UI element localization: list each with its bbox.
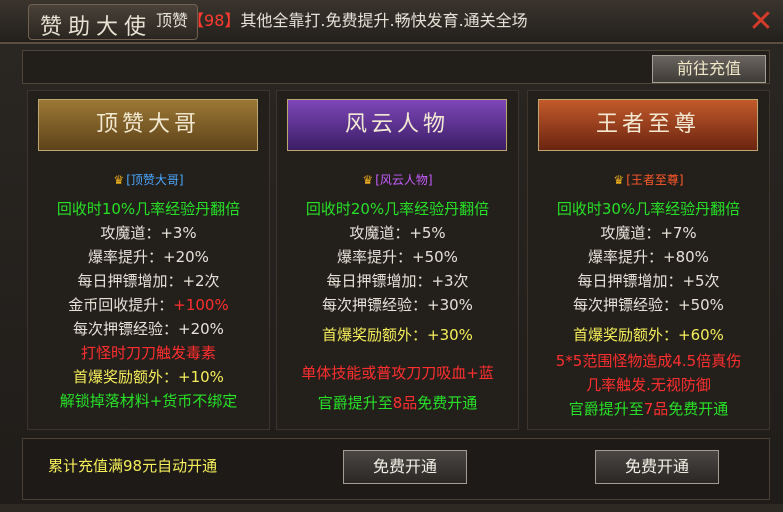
tier-2-extra: 单体技能或普攻刀刀吸血+蓝 [301, 364, 494, 382]
tier-3-extra: 5*5范围怪物造成4.5倍真伤 [555, 352, 742, 370]
tier-1-lines: 回收时10%几率经验丹翻倍 攻魔道：+3% 爆率提升：+20% 每日押镖增加：+… [28, 197, 269, 413]
crown-icon: ♛ [113, 173, 125, 187]
tier-2-line: 攻魔道：+5% [349, 224, 446, 242]
free-open-button-tier-3[interactable]: 免费开通 [595, 450, 719, 484]
go-recharge-button[interactable]: 前往充值 [652, 55, 766, 83]
tier-3-line: 爆率提升：+80% [588, 248, 709, 266]
tier-2-line: 每日押镖增加：+3次 [326, 272, 469, 290]
tier-2-badge-text: [风云人物] [375, 173, 433, 187]
tier-3-extra: 官爵提升至7品免费开通 [528, 397, 769, 421]
rank-suffix: 免费开通 [668, 400, 729, 418]
banner-text: 顶赞【98】其他全靠打.免费提升.畅快发育.通关全场 [156, 7, 528, 31]
tier-1-extra: 打怪时刀刀触发毒素 [80, 344, 216, 362]
rank-suffix: 免费开通 [417, 394, 478, 412]
auto-open-text: 累计充值满98元自动开通 [48, 457, 218, 475]
tier-3-line: 每次押镖经验：+50% [573, 296, 724, 314]
banner-suffix: 其他全靠打.免费提升.畅快发育.通关全场 [240, 11, 528, 30]
tier-3-line: 每日押镖增加：+5次 [577, 272, 720, 290]
tier-panel-3: 王者至尊 ♛ [王者至尊] 回收时30%几率经验丹翻倍 攻魔道：+7% 爆率提升：… [527, 90, 770, 430]
tier-2-extra: 官爵提升至8品免费开通 [277, 391, 518, 415]
tier-1-line: 攻魔道：+3% [100, 224, 197, 242]
tier-panel-2: 风云人物 ♛ [风云人物] 回收时20%几率经验丹翻倍 攻魔道：+5% 爆率提升：… [276, 90, 519, 430]
tier-1-line-label: 金币回收提升： [68, 296, 174, 314]
tier-1-line: 回收时10%几率经验丹翻倍 [56, 200, 241, 218]
tier-3-badge: ♛ [王者至尊] [528, 171, 769, 188]
tier-3-line: 回收时30%几率经验丹翻倍 [556, 200, 741, 218]
tier-1-extra: 首爆奖励额外：+10% [73, 368, 224, 386]
banner-prefix: 顶赞 [156, 11, 189, 30]
tier-3-extra: 几率触发.无视防御 [586, 376, 711, 394]
tier-3-lines: 回收时30%几率经验丹翻倍 攻魔道：+7% 爆率提升：+80% 每日押镖增加：+… [528, 197, 769, 421]
crown-icon: ♛ [362, 173, 374, 187]
window-title: 赞助大使 [40, 15, 153, 40]
tier-1-line: 每日押镖增加：+2次 [77, 272, 220, 290]
tier-2-header: 风云人物 [287, 99, 507, 151]
tier-1-badge-text: [顶赞大哥] [126, 173, 184, 187]
tier-1-badge: ♛ [顶赞大哥] [28, 171, 269, 188]
tier-3-badge-text: [王者至尊] [626, 173, 684, 187]
crown-icon: ♛ [613, 173, 625, 187]
tier-1-header: 顶赞大哥 [38, 99, 258, 151]
rank-label: 官爵提升至 [317, 394, 393, 412]
tier-1-line: 金币回收提升：+100% [28, 293, 269, 317]
rank-value: 8品 [392, 394, 418, 412]
tier-1-extra: 每次押镖经验：+20% [73, 320, 224, 338]
sponsor-window: 赞助大使 ✕ 顶赞【98】其他全靠打.免费提升.畅快发育.通关全场 前往充值 顶… [0, 0, 783, 512]
tier-3-line: 攻魔道：+7% [600, 224, 697, 242]
tier-3-header: 王者至尊 [538, 99, 758, 151]
tier-2-lines: 回收时20%几率经验丹翻倍 攻魔道：+5% 爆率提升：+50% 每日押镖增加：+… [277, 197, 518, 415]
tier-panel-1: 顶赞大哥 ♛ [顶赞大哥] 回收时10%几率经验丹翻倍 攻魔道：+3% 爆率提升：… [27, 90, 270, 430]
tier-2-line: 回收时20%几率经验丹翻倍 [305, 200, 490, 218]
close-x-icon[interactable]: ✕ [747, 7, 775, 37]
tier-2-badge: ♛ [风云人物] [277, 171, 518, 188]
tier-1-extra: 解锁掉落材料+货币不绑定 [59, 392, 238, 410]
bottom-frame [0, 504, 783, 512]
tier-1-line-value: +100% [173, 296, 229, 314]
rank-label: 官爵提升至 [568, 400, 644, 418]
banner-highlight: 【98】 [188, 11, 241, 30]
tier-1-line: 爆率提升：+20% [88, 248, 209, 266]
free-open-button-tier-2[interactable]: 免费开通 [343, 450, 467, 484]
tier-2-line: 每次押镖经验：+30% [322, 296, 473, 314]
tier-2-extra: 首爆奖励额外：+30% [322, 326, 473, 344]
tier-3-extra: 首爆奖励额外：+60% [573, 326, 724, 344]
rank-value: 7品 [643, 400, 669, 418]
tier-2-line: 爆率提升：+50% [337, 248, 458, 266]
